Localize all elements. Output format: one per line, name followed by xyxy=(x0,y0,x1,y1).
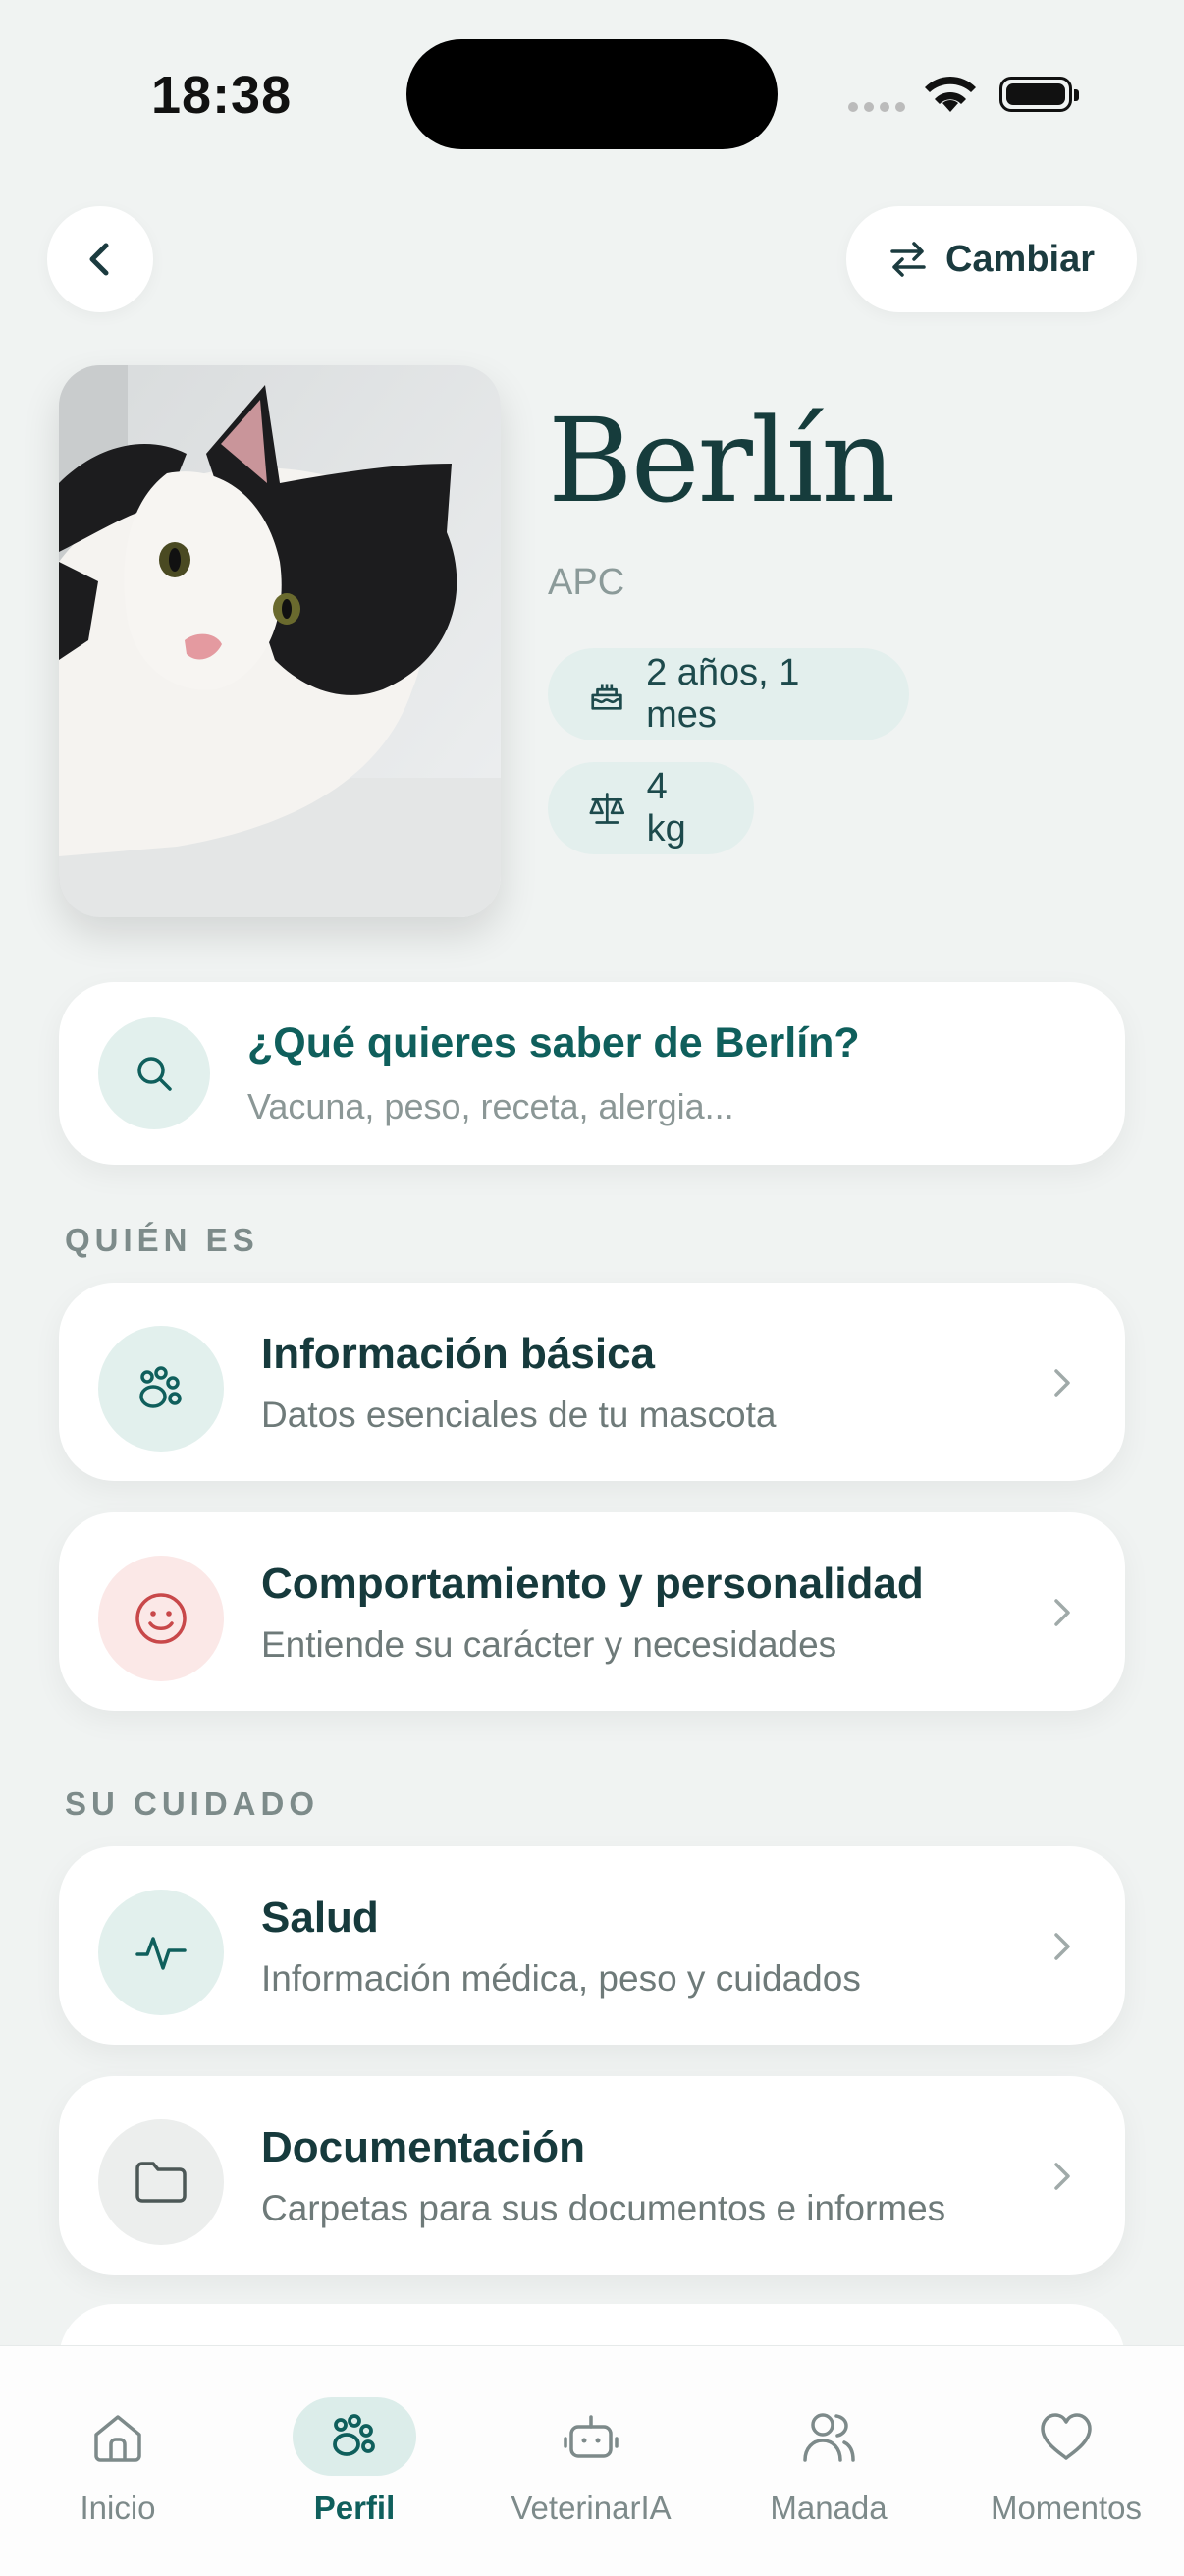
tab-manada[interactable]: Manada xyxy=(730,2397,927,2527)
tab-label: Perfil xyxy=(313,2490,396,2526)
dynamic-island xyxy=(406,39,778,149)
basic-info-card[interactable]: Información básica Datos esenciales de t… xyxy=(59,1283,1125,1481)
activity-pulse-icon xyxy=(98,1890,224,2015)
chevron-right-icon xyxy=(1054,1933,1070,1960)
card-subtitle: Información médica, peso y cuidados xyxy=(261,1958,861,1999)
smile-icon xyxy=(98,1556,224,1681)
chevron-right-icon xyxy=(1054,1599,1070,1626)
bottom-tab-bar: Inicio Perfil VeterinarIA Manada Momento… xyxy=(0,2345,1184,2576)
tab-veterinaria[interactable]: VeterinarIA xyxy=(493,2397,689,2527)
weight-chip: 4 kg xyxy=(548,762,754,854)
section-label-who: QUIÉN ES xyxy=(65,1222,259,1258)
home-icon xyxy=(94,2415,141,2462)
search-icon xyxy=(98,1017,210,1129)
card-subtitle: Entiende su carácter y necesidades xyxy=(261,1624,837,1665)
tab-momentos[interactable]: Momentos xyxy=(968,2397,1164,2527)
folder-icon xyxy=(98,2119,224,2245)
card-title: Salud xyxy=(261,1893,379,1942)
back-button[interactable] xyxy=(47,206,153,312)
chevron-right-icon xyxy=(1054,1369,1070,1397)
tab-perfil[interactable]: Perfil xyxy=(256,2397,453,2527)
tab-label: Inicio xyxy=(80,2490,156,2526)
pet-weight: 4 kg xyxy=(646,766,686,850)
card-subtitle: Datos esenciales de tu mascota xyxy=(261,1395,777,1435)
chevron-left-icon xyxy=(89,243,109,276)
pet-photo[interactable] xyxy=(59,365,501,917)
pet-name: Berlín xyxy=(548,393,895,528)
ask-search-card[interactable]: ¿Qué quieres saber de Berlín? Vacuna, pe… xyxy=(59,982,1125,1165)
card-title: Comportamiento y personalidad xyxy=(261,1560,924,1608)
cellular-signal-icon xyxy=(848,102,905,112)
pet-breed: APC xyxy=(548,562,625,603)
switch-pet-label: Cambiar xyxy=(944,238,1096,280)
tab-label: Momentos xyxy=(990,2490,1143,2526)
robot-icon xyxy=(564,2415,619,2458)
search-title: ¿Qué quieres saber de Berlín? xyxy=(247,1019,860,1067)
search-placeholder: Vacuna, peso, receta, alergia... xyxy=(247,1086,734,1126)
cake-icon xyxy=(591,684,622,710)
heart-icon xyxy=(1041,2413,1092,2460)
behavior-card[interactable]: Comportamiento y personalidad Entiende s… xyxy=(59,1512,1125,1711)
swap-arrows-icon xyxy=(890,242,926,277)
health-card[interactable]: Salud Información médica, peso y cuidado… xyxy=(59,1846,1125,2045)
card-title: Información básica xyxy=(261,1330,656,1378)
card-title: Documentación xyxy=(261,2123,586,2171)
switch-pet-button[interactable]: Cambiar xyxy=(846,206,1137,312)
tab-label: Manada xyxy=(770,2490,888,2526)
battery-icon xyxy=(999,77,1079,112)
chevron-right-icon xyxy=(1054,2163,1070,2190)
section-label-care: SU CUIDADO xyxy=(65,1785,320,1822)
tab-inicio[interactable]: Inicio xyxy=(20,2397,216,2527)
status-time: 18:38 xyxy=(151,66,293,125)
age-chip: 2 años, 1 mes xyxy=(548,648,909,740)
pet-age: 2 años, 1 mes xyxy=(646,652,800,736)
users-icon xyxy=(803,2413,855,2462)
paw-icon xyxy=(333,2414,375,2456)
card-subtitle: Carpetas para sus documentos e informes xyxy=(261,2188,946,2228)
tab-label: VeterinarIA xyxy=(511,2490,672,2526)
scale-icon xyxy=(589,793,625,824)
documentation-card[interactable]: Documentación Carpetas para sus document… xyxy=(59,2076,1125,2275)
paw-icon xyxy=(98,1326,224,1452)
wifi-icon xyxy=(923,71,978,119)
